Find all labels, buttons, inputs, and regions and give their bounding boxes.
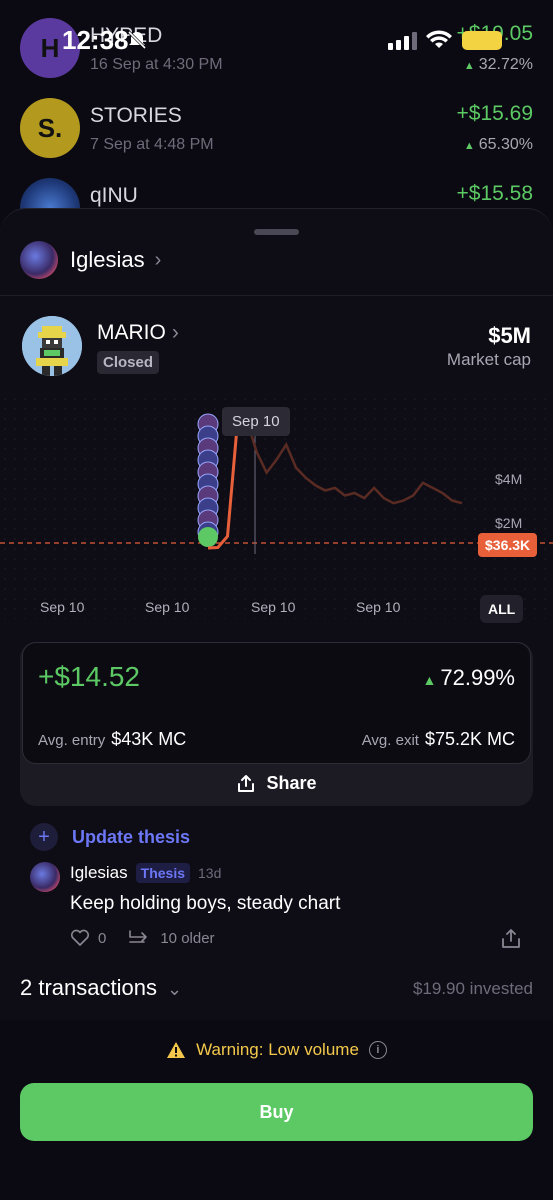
low-volume-warning: Warning: Low volume i xyxy=(0,1040,553,1060)
like-count: 0 xyxy=(98,929,107,947)
share-button[interactable]: Share xyxy=(0,773,553,794)
avatar[interactable] xyxy=(30,862,60,892)
heart-icon[interactable] xyxy=(70,929,90,947)
list-item[interactable]: S. STORIES 7 Sep at 4:48 PM +$15.69 ▲ 65.… xyxy=(20,98,533,168)
avg-exit: Avg. exit $75.2K MC xyxy=(361,729,515,749)
background-token-list: H HYPED 16 Sep at 4:30 PM +$19.05 ▲ 32.72… xyxy=(0,0,553,238)
comment-author[interactable]: Iglesias xyxy=(70,863,128,883)
up-triangle-icon: ▲ xyxy=(422,672,437,688)
replies-icon[interactable] xyxy=(128,929,152,947)
chevron-right-icon: › xyxy=(154,248,162,271)
pnl-percent: ▲ 72.99% xyxy=(422,665,515,690)
up-triangle-icon: ▲ xyxy=(463,60,475,72)
token-avatar-stories: S. xyxy=(20,98,80,158)
transactions-label: 2 transactions ⌄ xyxy=(20,975,183,1000)
avg-entry: Avg. entry $43K MC xyxy=(38,729,187,749)
comment-body: Keep holding boys, steady chart xyxy=(70,893,341,914)
x-axis-label: Sep 10 xyxy=(145,599,190,615)
list-item-name: qINU xyxy=(90,184,138,207)
chart-tooltip: Sep 10 xyxy=(222,407,290,436)
list-item-amount: +$19.05 xyxy=(456,22,534,45)
token-name-link[interactable]: MARIO › xyxy=(97,321,179,345)
chevron-down-icon: ⌄ xyxy=(166,979,183,999)
market-cap-label: Market cap xyxy=(446,350,531,369)
sell-marker[interactable] xyxy=(198,527,218,547)
current-price-tag: $36.3K xyxy=(478,533,538,557)
list-item-pct: ▲ 65.30% xyxy=(463,136,533,153)
sheet-grabber[interactable] xyxy=(254,229,299,235)
share-icon xyxy=(238,774,255,792)
list-item[interactable]: H HYPED 16 Sep at 4:30 PM +$19.05 ▲ 32.72… xyxy=(20,18,533,88)
status-badge: Closed xyxy=(97,351,160,374)
list-item-name: HYPED xyxy=(90,24,163,47)
range-all-button[interactable]: ALL xyxy=(480,595,524,623)
divider xyxy=(0,295,553,296)
mario-pixel-icon xyxy=(22,316,82,376)
info-icon[interactable]: i xyxy=(368,1041,387,1059)
list-item-pct: ▲ 32.72% xyxy=(463,56,533,73)
list-item-amount: +$15.58 xyxy=(456,182,534,205)
comment-actions: 0 10 older xyxy=(70,929,215,947)
comment-meta: Iglesias Thesis 13d xyxy=(70,863,221,883)
plus-icon: + xyxy=(30,823,58,851)
up-triangle-icon: ▲ xyxy=(463,140,475,152)
list-item-date: 7 Sep at 4:48 PM xyxy=(90,136,214,153)
warning-icon xyxy=(167,1042,186,1058)
invested-amount: $19.90 invested xyxy=(412,979,533,998)
comment-age: 13d xyxy=(198,865,222,881)
thesis-badge: Thesis xyxy=(135,863,190,883)
share-icon[interactable] xyxy=(500,928,522,950)
x-axis-label: Sep 10 xyxy=(356,599,401,615)
buy-button[interactable]: Buy xyxy=(20,1083,533,1141)
list-item-date: 16 Sep at 4:30 PM xyxy=(90,56,223,73)
token-avatar-hyped: H xyxy=(20,18,80,78)
transactions-toggle[interactable]: 2 transactions ⌄ $19.90 invested xyxy=(20,975,533,1005)
chevron-right-icon: › xyxy=(171,321,179,344)
older-replies-link[interactable]: 10 older xyxy=(160,930,214,947)
x-axis-labels: Sep 10 Sep 10 Sep 10 Sep 10 xyxy=(0,599,553,623)
x-axis-label: Sep 10 xyxy=(251,599,296,615)
trade-markers xyxy=(197,413,219,547)
avatar xyxy=(20,241,58,279)
update-thesis-button[interactable]: + Update thesis xyxy=(30,823,190,851)
list-item-name: STORIES xyxy=(90,104,182,127)
x-axis-label: Sep 10 xyxy=(40,599,85,615)
user-name: Iglesias xyxy=(70,247,145,272)
token-avatar-mario[interactable] xyxy=(22,316,82,376)
user-profile-link[interactable]: Iglesias › xyxy=(20,239,161,281)
market-cap-value: $5M xyxy=(488,323,531,348)
y-axis-label: $4M xyxy=(495,471,523,487)
list-item-amount: +$15.69 xyxy=(456,102,534,125)
pnl-amount: +$14.52 xyxy=(38,661,140,692)
y-axis-label: $2M xyxy=(495,515,523,531)
